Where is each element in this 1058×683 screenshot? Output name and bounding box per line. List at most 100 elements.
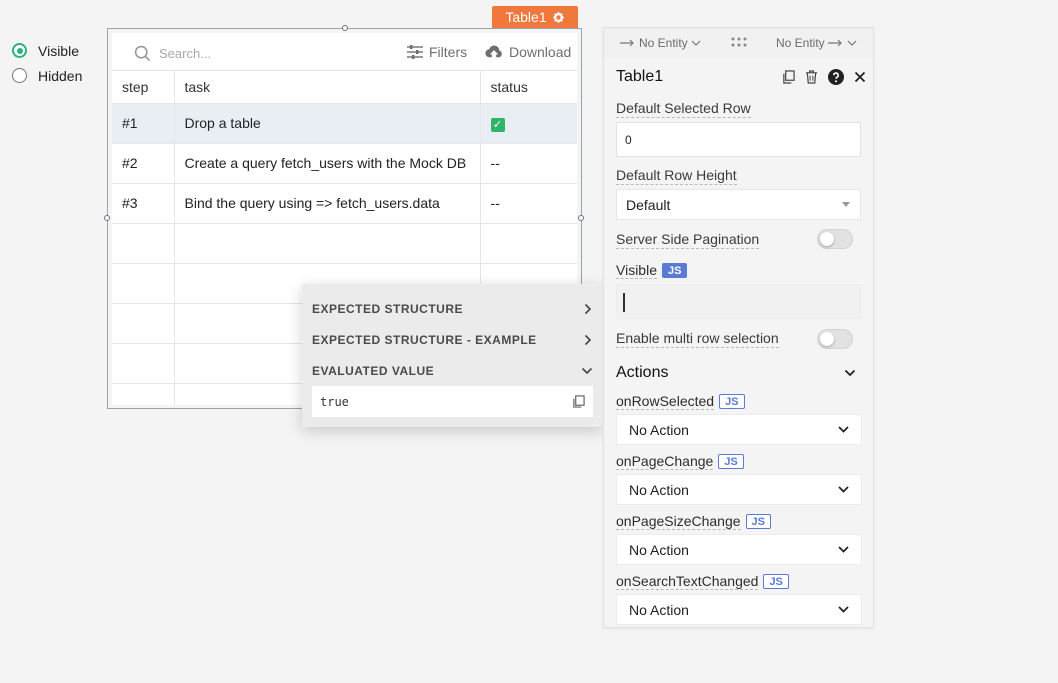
resize-handle-right[interactable]	[578, 215, 584, 221]
radio-unchecked-icon[interactable]	[12, 68, 27, 83]
server-side-pagination-toggle[interactable]	[817, 229, 853, 249]
js-toggle-button[interactable]: JS	[719, 394, 745, 409]
multi-row-selection-toggle[interactable]	[817, 329, 853, 349]
table-row[interactable]: #3 Bind the query using => fetch_users.d…	[112, 183, 577, 224]
table-row[interactable]: #2 Create a query fetch_users with the M…	[112, 143, 577, 184]
on-page-size-change-label: onPageSizeChange JS	[616, 513, 772, 530]
actions-section-header[interactable]: Actions	[616, 364, 856, 382]
on-row-selected-text: onRowSelected	[616, 393, 715, 410]
radio-label-visible: Visible	[38, 42, 79, 59]
server-side-pagination-label: Server Side Pagination	[616, 231, 760, 249]
multi-row-selection-label: Enable multi row selection	[616, 330, 779, 348]
filters-button[interactable]: Filters	[407, 44, 467, 60]
incoming-entity-dropdown[interactable]: No Entity	[620, 36, 701, 50]
cell-task: Create a query fetch_users with the Mock…	[174, 143, 481, 184]
column-header-step[interactable]: step	[112, 71, 175, 104]
js-toggle-button[interactable]: JS	[745, 514, 772, 529]
copy-icon[interactable]	[572, 395, 585, 408]
radio-checked-icon[interactable]	[12, 43, 27, 58]
cell-task: Drop a table	[174, 103, 481, 144]
entity-connection-bar: No Entity No Entity	[604, 28, 873, 58]
arrow-right-icon	[827, 39, 842, 47]
column-header-status[interactable]: status	[480, 71, 577, 104]
filter-sliders-icon	[407, 45, 423, 59]
download-label: Download	[509, 44, 572, 60]
arrow-right-icon	[620, 39, 634, 47]
cell-step: #3	[112, 183, 175, 224]
copy-icon[interactable]	[782, 70, 795, 84]
caret-down-icon	[842, 202, 850, 207]
search-placeholder: Search...	[159, 46, 212, 61]
table-toolbar: Search... Filters Download	[112, 33, 577, 71]
download-button[interactable]: Download	[485, 44, 571, 60]
on-page-change-label: onPageChange JS	[616, 453, 744, 470]
js-toggle-button[interactable]: JS	[718, 454, 744, 469]
incoming-entity-label: No Entity	[639, 36, 688, 50]
on-page-change-select[interactable]: No Action	[616, 474, 862, 505]
evaluated-value-text: true	[320, 394, 349, 409]
cell-status: --	[480, 183, 577, 224]
table-tag-label: Table1	[505, 9, 547, 25]
js-toggle-button[interactable]: JS	[763, 574, 789, 589]
default-selected-row-input[interactable]: 0	[616, 122, 861, 157]
chevron-down-icon	[838, 426, 849, 433]
drag-grip-icon[interactable]	[731, 37, 747, 47]
outgoing-entity-dropdown[interactable]: No Entity	[776, 36, 857, 50]
on-page-change-value: No Action	[629, 481, 689, 498]
default-row-height-label: Default Row Height	[616, 167, 737, 185]
default-row-height-select[interactable]: Default	[616, 189, 861, 220]
visible-property-label: Visible JS	[616, 262, 688, 279]
resize-handle-top[interactable]	[342, 25, 348, 31]
pane-title[interactable]: Table1	[616, 68, 782, 86]
cell-status: --	[480, 143, 577, 184]
visible-code-input[interactable]	[616, 284, 861, 319]
on-page-size-change-value: No Action	[629, 541, 689, 558]
default-row-height-value: Default	[626, 196, 671, 213]
filters-label: Filters	[429, 44, 468, 60]
js-toggle-button[interactable]: JS	[662, 263, 688, 278]
evaluated-value-label: EVALUATED VALUE	[312, 363, 435, 378]
expected-structure-example-section[interactable]: EXPECTED STRUCTURE - EXAMPLE	[302, 324, 603, 355]
resize-handle-left[interactable]	[104, 215, 110, 221]
chevron-down-icon	[838, 606, 849, 613]
outgoing-entity-label: No Entity	[776, 36, 825, 50]
on-row-selected-value: No Action	[629, 421, 689, 438]
gear-icon[interactable]	[552, 11, 565, 24]
actions-section-title: Actions	[616, 364, 669, 381]
expected-structure-label: EXPECTED STRUCTURE	[312, 301, 464, 316]
expected-structure-section[interactable]: EXPECTED STRUCTURE	[302, 293, 603, 324]
evaluated-value-section[interactable]: EVALUATED VALUE	[302, 355, 603, 386]
chevron-down-icon	[838, 486, 849, 493]
on-page-size-change-select[interactable]: No Action	[616, 534, 862, 565]
cell-status: ✓	[480, 103, 577, 144]
trash-icon[interactable]	[805, 70, 818, 84]
check-icon: ✓	[490, 117, 505, 132]
on-search-text-changed-value: No Action	[629, 601, 689, 618]
on-row-selected-select[interactable]: No Action	[616, 414, 862, 445]
on-search-text-changed-text: onSearchTextChanged	[616, 573, 759, 590]
close-icon[interactable]	[854, 71, 866, 83]
chevron-down-icon	[691, 40, 701, 46]
chevron-down-icon	[847, 40, 857, 46]
table-row[interactable]: #1 Drop a table ✓	[112, 103, 577, 144]
chevron-right-icon	[584, 334, 592, 345]
evaluated-value-box: true	[312, 386, 593, 417]
column-header-task[interactable]: task	[174, 71, 481, 104]
radio-option-hidden[interactable]: Hidden	[12, 63, 82, 88]
cloud-download-icon	[485, 45, 502, 57]
on-search-text-changed-select[interactable]: No Action	[616, 594, 862, 625]
chevron-right-icon	[584, 303, 592, 314]
help-icon[interactable]	[828, 69, 844, 85]
chevron-down-icon	[581, 367, 593, 374]
property-pane: No Entity No Entity Table1 Default Selec…	[603, 27, 874, 628]
search-icon	[134, 45, 151, 62]
table-widget-tag[interactable]: Table1	[492, 6, 578, 28]
visible-label-text: Visible	[616, 262, 657, 279]
radio-option-visible[interactable]: Visible	[12, 38, 82, 63]
on-search-text-changed-label: onSearchTextChanged JS	[616, 573, 789, 590]
empty-table-row	[112, 223, 577, 264]
on-row-selected-label: onRowSelected JS	[616, 393, 745, 410]
search-input[interactable]: Search...	[134, 45, 211, 62]
expected-structure-example-label: EXPECTED STRUCTURE - EXAMPLE	[312, 332, 537, 347]
pane-header: Table1	[616, 68, 866, 86]
